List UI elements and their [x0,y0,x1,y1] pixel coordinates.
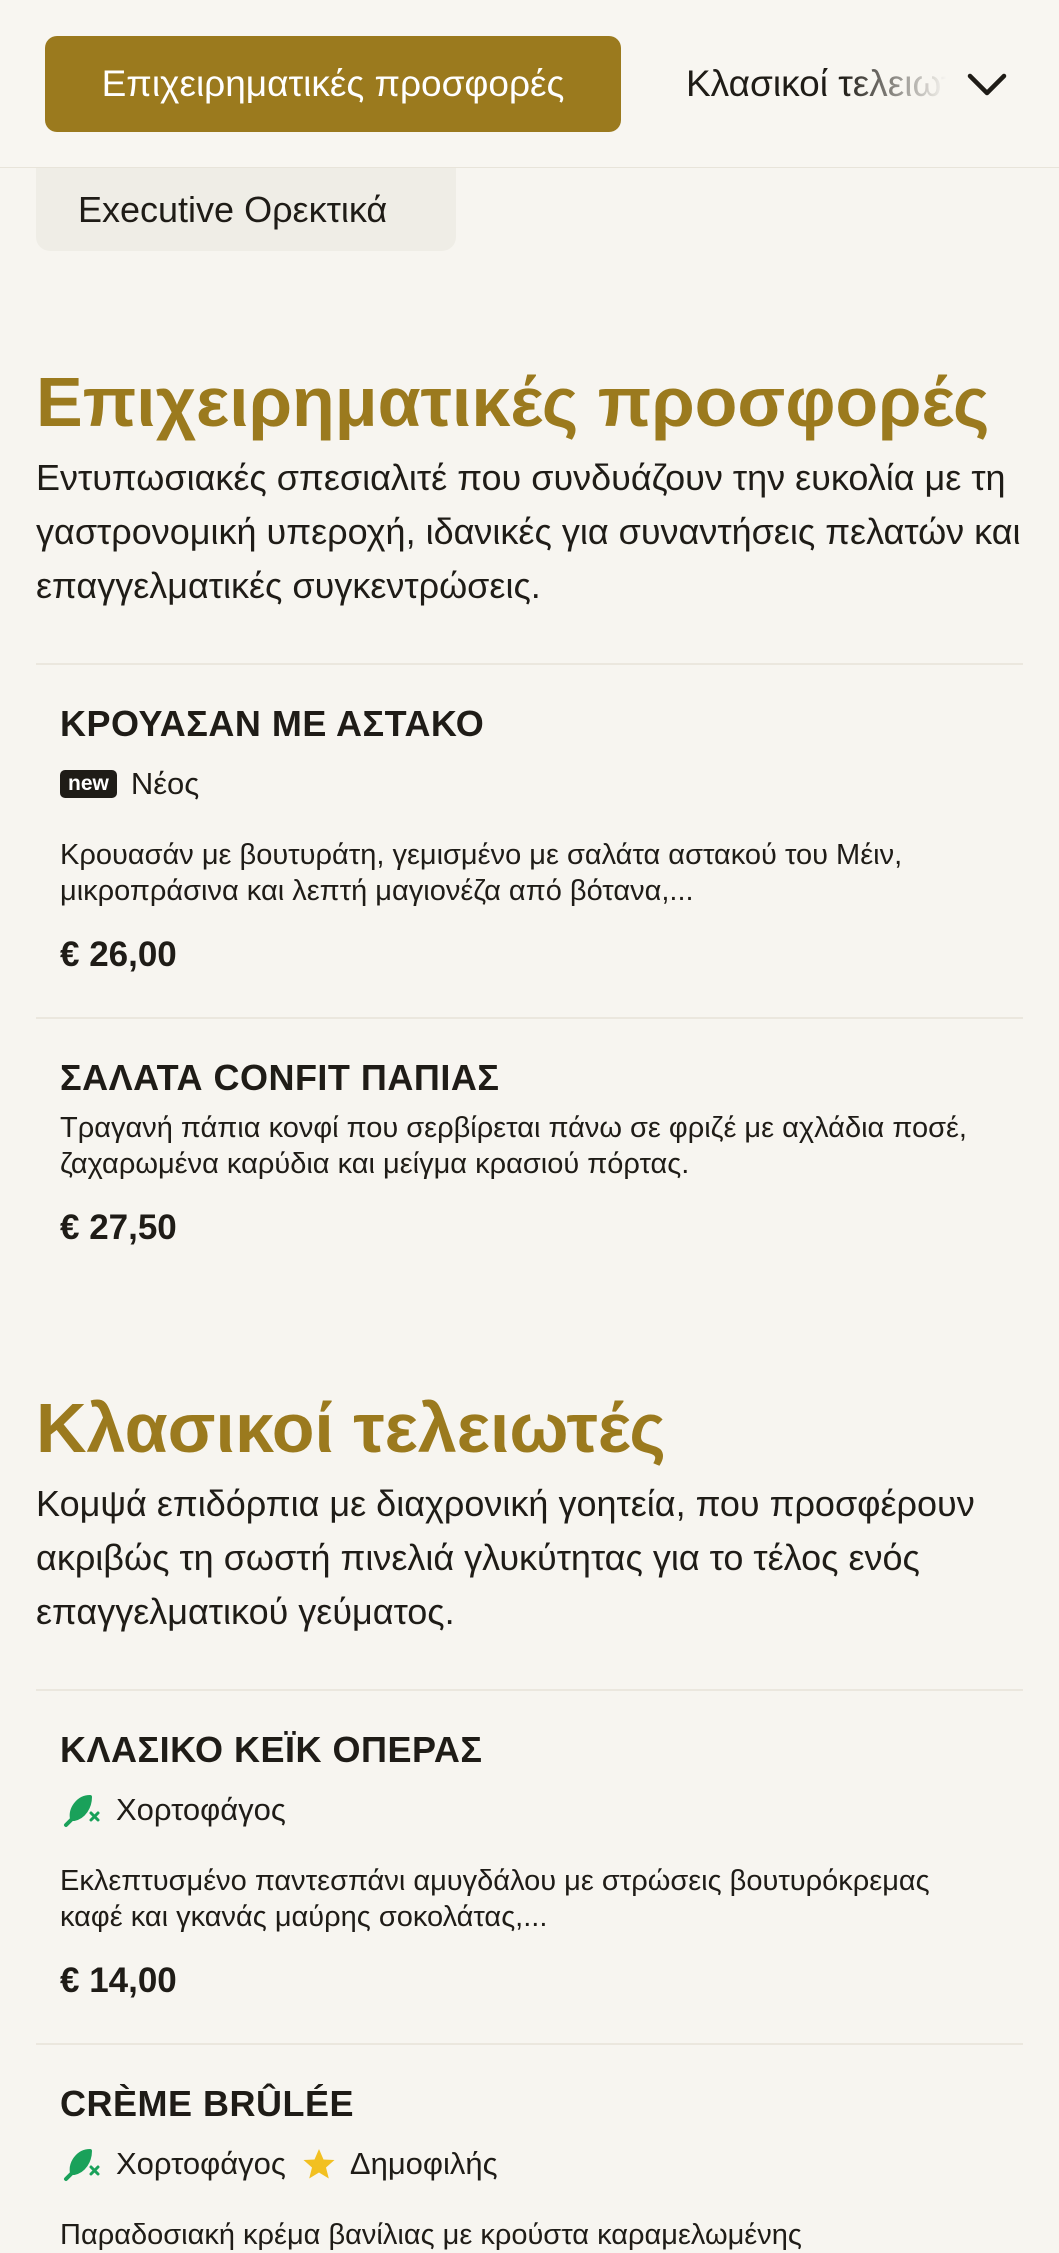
item-description: Τραγανή πάπια κονφί που σερβίρεται πάνω … [60,1112,967,1180]
tag-label: Χορτοφάγος [116,2146,286,2181]
divider [36,663,1023,665]
tag-popular: Δημοφιλής [302,2145,498,2183]
subcategory-chip-executive-appetizers[interactable]: Executive Ορεκτικά [36,168,456,251]
category-nav-bar: Επιχειρηματικές προσφορές Κλασικοί τελει… [0,0,1059,168]
divider [36,1689,1023,1691]
item-tags: Χορτοφάγος Δημοφιλής [60,2144,514,2184]
tag-label: Νέος [130,766,200,801]
tab-classic-finishers[interactable]: Κλασικοί τελειωτές [686,36,946,132]
item-name: ΣΑΛΑΤΑ CONFIT ΠΑΠΙΑΣ [60,1057,500,1098]
item-description: Εκλεπτυσμένο παντεσπάνι αμυγδάλου με στρ… [60,1865,930,1933]
tab-business-offers[interactable]: Επιχειρηματικές προσφορές [45,36,621,132]
divider [36,2043,1023,2045]
divider [36,1017,1023,1019]
item-price: € 14,00 [60,1961,177,2000]
chevron-down-icon[interactable] [962,60,1012,110]
tag-label: Χορτοφάγος [116,1792,286,1827]
item-description: Παραδοσιακή κρέμα βανίλιας με κρούστα κα… [60,2219,802,2251]
item-tags: new Νέος [60,764,215,804]
tag-vegetarian: Χορτοφάγος [60,2145,286,2183]
vegetarian-icon [64,1795,100,1827]
item-tags: Χορτοφάγος [60,1790,302,1830]
tag-vegetarian: Χορτοφάγος [60,1791,286,1829]
item-description: Κρουασάν με βουτυράτη, γεμισμένο με σαλά… [60,839,903,907]
star-icon [303,2149,335,2179]
section-title: Κλασικοί τελειωτές [36,1389,666,1467]
item-name: ΚΡΟΥΑΣΑΝ ΜΕ ΑΣΤΑΚΟ [60,703,485,744]
tag-label: Δημοφιλής [349,2146,498,2181]
item-name: CRÈME BRÛLÉE [60,2083,355,2124]
item-price: € 26,00 [60,935,177,974]
new-badge-icon: new [60,770,117,798]
vegetarian-icon [64,2149,100,2181]
tag-new: new Νέος [60,766,199,802]
item-price: € 27,50 [60,1208,177,1247]
section-description: Εντυπωσιακές σπεσιαλιτέ που συνδυάζουν τ… [36,457,1021,606]
section-description: Κομψά επιδόρπια με διαχρονική γοητεία, π… [36,1483,975,1632]
item-name: ΚΛΑΣΙΚΟ ΚΕΪΚ ΟΠΕΡΑΣ [60,1729,483,1770]
section-title: Επιχειρηματικές προσφορές [36,363,990,441]
